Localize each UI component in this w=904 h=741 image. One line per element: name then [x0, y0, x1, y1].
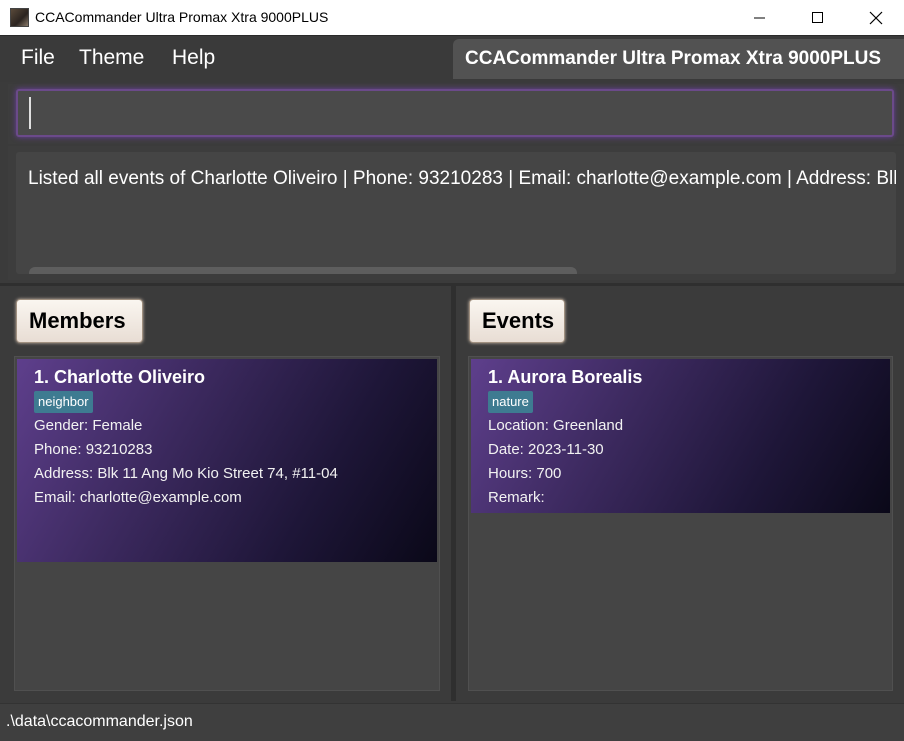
member-tag: neighbor [34, 391, 93, 413]
save-location-path: .\data\ccacommander.json [6, 713, 193, 730]
menu-help[interactable]: Help [172, 46, 215, 70]
window-title: CCACommander Ultra Promax Xtra 9000PLUS [35, 9, 329, 25]
minimize-icon [754, 17, 765, 18]
command-input[interactable] [16, 89, 894, 137]
member-email: Email: charlotte@example.com [34, 489, 242, 506]
result-horizontal-scrollbar[interactable] [29, 267, 577, 274]
menu-bar: File Theme Help CCACommander Ultra Proma… [0, 35, 904, 82]
members-title-button[interactable]: Members [16, 299, 143, 343]
close-icon [869, 11, 883, 24]
result-display: Listed all events of Charlotte Oliveiro … [16, 152, 896, 274]
event-hours: Hours: 700 [488, 465, 562, 482]
members-list: 1. Charlotte Oliveiro neighbor Gender: F… [14, 356, 440, 691]
member-card[interactable]: 1. Charlotte Oliveiro neighbor Gender: F… [17, 359, 437, 562]
event-location: Location: Greenland [488, 417, 624, 434]
close-button[interactable] [847, 0, 904, 35]
maximize-button[interactable] [789, 0, 847, 35]
menu-theme[interactable]: Theme [79, 46, 144, 70]
event-remark: Remark: [488, 489, 545, 506]
result-display-container: Listed all events of Charlotte Oliveiro … [8, 146, 904, 280]
menu-file[interactable]: File [21, 46, 55, 70]
member-gender: Gender: Female [34, 417, 143, 434]
window-title-bar: CCACommander Ultra Promax Xtra 9000PLUS [0, 0, 904, 35]
result-message: Listed all events of Charlotte Oliveiro … [28, 168, 896, 189]
events-title-button[interactable]: Events [469, 299, 565, 343]
maximize-icon [812, 11, 823, 23]
event-date: Date: 2023-11-30 [488, 441, 604, 458]
minimize-button[interactable] [731, 0, 789, 35]
events-list: 1. Aurora Borealis nature Location: Gree… [468, 356, 893, 691]
event-card[interactable]: 1. Aurora Borealis nature Location: Gree… [471, 359, 890, 513]
command-box-container [8, 84, 904, 144]
member-name: 1. Charlotte Oliveiro [34, 367, 206, 387]
status-bar: .\data\ccacommander.json [0, 703, 904, 741]
app-icon [10, 8, 29, 27]
divider-vertical[interactable] [451, 286, 456, 701]
member-address: Address: Blk 11 Ang Mo Kio Street 74, #1… [34, 465, 338, 482]
event-name: 1. Aurora Borealis [488, 367, 643, 387]
event-tag: nature [488, 391, 533, 413]
member-phone: Phone: 93210283 [34, 441, 153, 458]
app-brand-label: CCACommander Ultra Promax Xtra 9000PLUS [453, 39, 904, 79]
text-caret [29, 97, 31, 129]
